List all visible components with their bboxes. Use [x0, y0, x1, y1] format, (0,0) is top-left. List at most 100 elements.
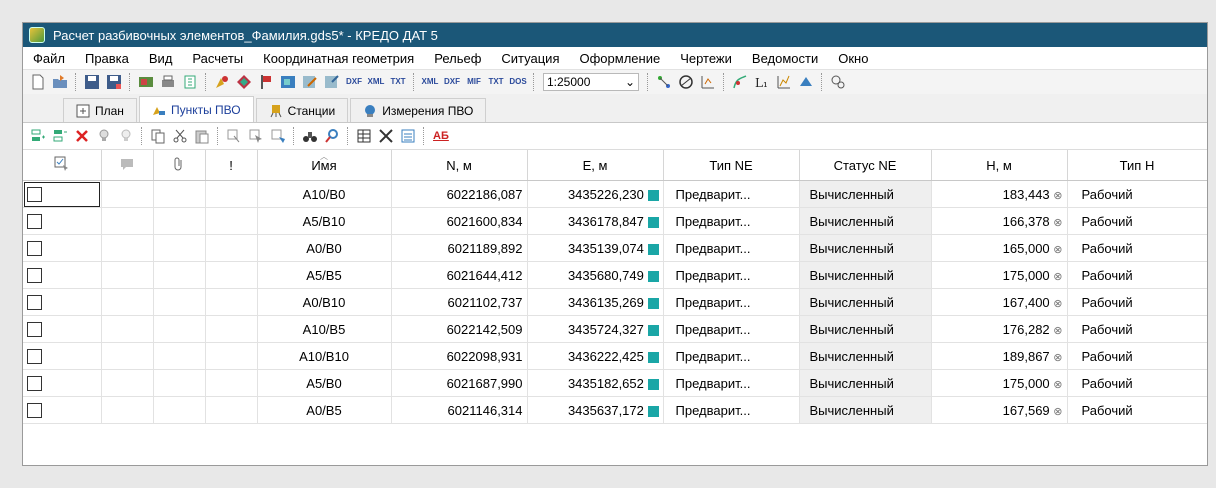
row-select-cell[interactable]: [23, 288, 102, 316]
row-attachment-cell[interactable]: [153, 234, 206, 262]
copy-icon[interactable]: [149, 127, 167, 145]
point-name-cell[interactable]: A10/B10: [257, 342, 392, 370]
row-checkbox[interactable]: [27, 241, 42, 257]
row-comment-cell[interactable]: [101, 342, 154, 370]
col-type-h-header[interactable]: Тип H: [1067, 150, 1207, 181]
row-flag-cell[interactable]: [205, 315, 258, 343]
row-select-cell[interactable]: [23, 180, 102, 208]
status-ne-cell[interactable]: Вычисленный: [799, 342, 932, 370]
row-attachment-cell[interactable]: [153, 288, 206, 316]
tool-flag-icon[interactable]: [257, 73, 275, 91]
tool-profile-icon[interactable]: [775, 73, 793, 91]
row-comment-cell[interactable]: [101, 261, 154, 289]
type-h-cell[interactable]: Рабочий: [1067, 288, 1207, 316]
save-as-icon[interactable]: [105, 73, 123, 91]
ab-icon[interactable]: АБ: [431, 127, 451, 145]
type-h-cell[interactable]: Рабочий: [1067, 234, 1207, 262]
h-value-cell[interactable]: 183,443 ⊗: [931, 180, 1068, 208]
status-ne-cell[interactable]: Вычисленный: [799, 234, 932, 262]
n-coordinate-cell[interactable]: 6022098,931: [391, 342, 528, 370]
tool-marker-icon[interactable]: [213, 73, 231, 91]
type-h-cell[interactable]: Рабочий: [1067, 396, 1207, 424]
row-flag-cell[interactable]: [205, 207, 258, 235]
scale-select[interactable]: 1:25000 ⌄: [543, 73, 639, 91]
row-checkbox[interactable]: [27, 403, 42, 419]
xml-import-icon[interactable]: XML: [421, 73, 439, 91]
save-icon[interactable]: [83, 73, 101, 91]
menu-view[interactable]: Вид: [139, 51, 183, 66]
row-attachment-cell[interactable]: [153, 180, 206, 208]
point-name-cell[interactable]: A10/B5: [257, 315, 392, 343]
n-coordinate-cell[interactable]: 6022142,509: [391, 315, 528, 343]
e-coordinate-cell[interactable]: 3435680,749: [527, 261, 664, 289]
menu-relief[interactable]: Рельеф: [424, 51, 491, 66]
print-icon[interactable]: [159, 73, 177, 91]
insert-row-icon[interactable]: [29, 127, 47, 145]
new-file-icon[interactable]: [29, 73, 47, 91]
h-value-cell[interactable]: 189,867 ⊗: [931, 342, 1068, 370]
type-ne-cell[interactable]: Предварит...: [663, 288, 800, 316]
tool-link-icon[interactable]: [829, 73, 847, 91]
n-coordinate-cell[interactable]: 6021644,412: [391, 261, 528, 289]
row-comment-cell[interactable]: [101, 315, 154, 343]
select-filter-icon[interactable]: [269, 127, 287, 145]
tool-nodes-icon[interactable]: [655, 73, 673, 91]
h-value-cell[interactable]: 175,000 ⊗: [931, 261, 1068, 289]
tab-pvo-measurements[interactable]: Измерения ПВО: [350, 98, 487, 122]
tool-circle-icon[interactable]: [677, 73, 695, 91]
table-row[interactable]: A5/B0 6021687,990 3435182,652 Предварит...…: [23, 369, 1207, 397]
status-ne-cell[interactable]: Вычисленный: [799, 369, 932, 397]
col-flag-header[interactable]: !: [205, 150, 258, 181]
select-cursor-icon[interactable]: [247, 127, 265, 145]
type-ne-cell[interactable]: Предварит...: [663, 315, 800, 343]
type-ne-cell[interactable]: Предварит...: [663, 207, 800, 235]
tool-map-icon[interactable]: [279, 73, 297, 91]
row-flag-cell[interactable]: [205, 234, 258, 262]
settings-tools-icon[interactable]: [377, 127, 395, 145]
point-name-cell[interactable]: A0/B5: [257, 396, 392, 424]
table-row[interactable]: A10/B10 6022098,931 3436222,425 Предварит.…: [23, 342, 1207, 370]
col-comment-header[interactable]: [101, 150, 154, 181]
lightbulb-off-icon[interactable]: [117, 127, 135, 145]
row-comment-cell[interactable]: [101, 369, 154, 397]
col-type-ne-header[interactable]: Тип NE: [663, 150, 800, 181]
e-coordinate-cell[interactable]: 3435139,074: [527, 234, 664, 262]
tool-export-icon[interactable]: [323, 73, 341, 91]
status-ne-cell[interactable]: Вычисленный: [799, 261, 932, 289]
cut-icon[interactable]: [171, 127, 189, 145]
tool-curve-icon[interactable]: [731, 73, 749, 91]
find-person-icon[interactable]: [323, 127, 341, 145]
menu-window[interactable]: Окно: [828, 51, 878, 66]
binoculars-icon[interactable]: [301, 127, 319, 145]
type-ne-cell[interactable]: Предварит...: [663, 369, 800, 397]
row-flag-cell[interactable]: [205, 369, 258, 397]
row-checkbox[interactable]: [27, 295, 42, 311]
properties-icon[interactable]: [181, 73, 199, 91]
row-attachment-cell[interactable]: [153, 315, 206, 343]
type-h-cell[interactable]: Рабочий: [1067, 207, 1207, 235]
row-checkbox[interactable]: [27, 322, 42, 338]
lightbulb-on-icon[interactable]: [95, 127, 113, 145]
row-select-cell[interactable]: [23, 396, 102, 424]
report-icon[interactable]: [399, 127, 417, 145]
col-select-header[interactable]: [23, 150, 102, 181]
n-coordinate-cell[interactable]: 6021687,990: [391, 369, 528, 397]
h-value-cell[interactable]: 175,000 ⊗: [931, 369, 1068, 397]
n-coordinate-cell[interactable]: 6021102,737: [391, 288, 528, 316]
col-attachment-header[interactable]: [153, 150, 206, 181]
row-attachment-cell[interactable]: [153, 261, 206, 289]
h-value-cell[interactable]: 167,569 ⊗: [931, 396, 1068, 424]
row-select-cell[interactable]: [23, 207, 102, 235]
h-value-cell[interactable]: 176,282 ⊗: [931, 315, 1068, 343]
e-coordinate-cell[interactable]: 3435637,172: [527, 396, 664, 424]
row-attachment-cell[interactable]: [153, 342, 206, 370]
h-value-cell[interactable]: 167,400 ⊗: [931, 288, 1068, 316]
n-coordinate-cell[interactable]: 6022186,087: [391, 180, 528, 208]
txt-import-icon[interactable]: TXT: [487, 73, 505, 91]
delete-icon[interactable]: [73, 127, 91, 145]
n-coordinate-cell[interactable]: 6021146,314: [391, 396, 528, 424]
status-ne-cell[interactable]: Вычисленный: [799, 207, 932, 235]
row-attachment-cell[interactable]: [153, 207, 206, 235]
type-ne-cell[interactable]: Предварит...: [663, 180, 800, 208]
point-name-cell[interactable]: A5/B0: [257, 369, 392, 397]
